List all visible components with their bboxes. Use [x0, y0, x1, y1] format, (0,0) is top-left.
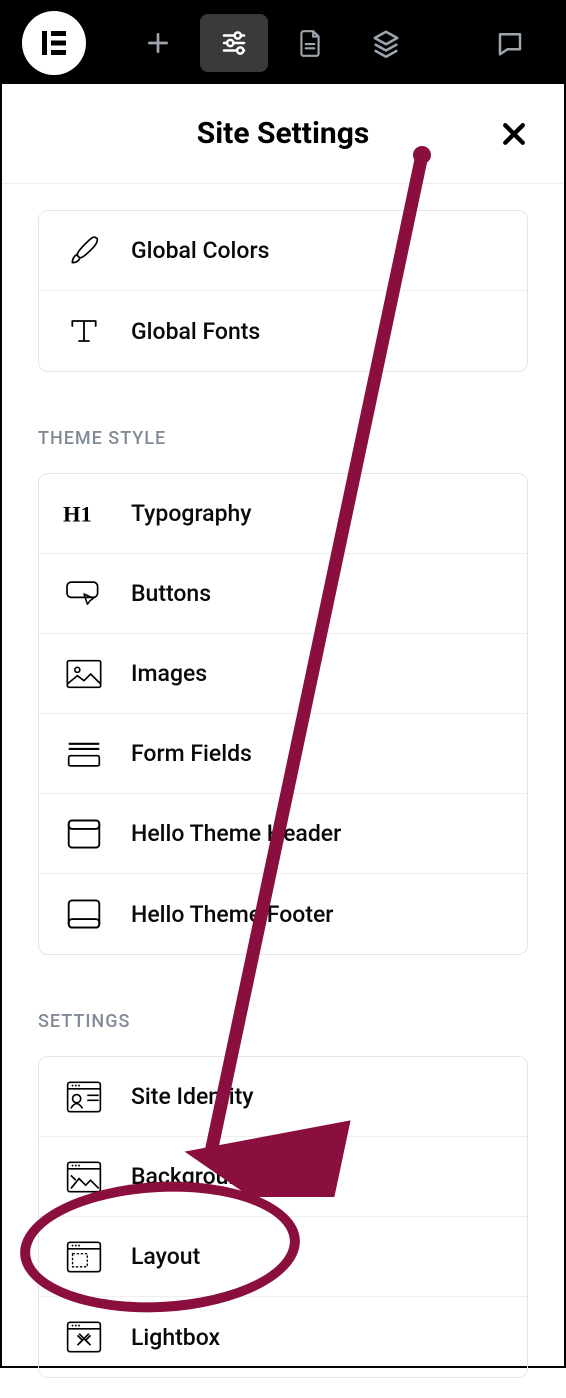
row-label: Layout: [131, 1243, 200, 1270]
form-fields-icon: [63, 733, 105, 775]
panel-titlebar: Site Settings: [2, 84, 564, 184]
lightbox-icon: [63, 1316, 105, 1358]
settings-heading: SETTINGS: [38, 1011, 528, 1032]
panel-content: Global Colors Global Fonts THEME STYLE H…: [2, 210, 564, 1398]
svg-text:H1: H1: [63, 501, 92, 526]
background-icon: [63, 1156, 105, 1198]
identity-icon: [63, 1076, 105, 1118]
close-button[interactable]: [494, 114, 534, 154]
notes-button[interactable]: [476, 14, 544, 72]
row-label: Form Fields: [131, 740, 252, 767]
buttons-item[interactable]: Buttons: [39, 554, 527, 634]
form-fields-item[interactable]: Form Fields: [39, 714, 527, 794]
row-label: Images: [131, 660, 207, 687]
button-cursor-icon: [63, 573, 105, 615]
theme-style-heading: THEME STYLE: [38, 428, 528, 449]
layout-item[interactable]: Layout: [39, 1217, 527, 1297]
row-label: Global Colors: [131, 237, 269, 264]
background-item[interactable]: Background: [39, 1137, 527, 1217]
row-label: Background: [131, 1163, 254, 1190]
comment-icon: [495, 28, 525, 58]
plus-icon: [145, 30, 171, 56]
design-system-group: Global Colors Global Fonts: [38, 210, 528, 372]
hello-footer-item[interactable]: Hello Theme Footer: [39, 874, 527, 954]
site-identity-item[interactable]: Site Identity: [39, 1057, 527, 1137]
row-label: Buttons: [131, 580, 211, 607]
header-icon: [63, 813, 105, 855]
row-label: Global Fonts: [131, 318, 260, 345]
theme-style-group: H1 Typography Buttons Images Form Fields: [38, 473, 528, 955]
global-fonts-item[interactable]: Global Fonts: [39, 291, 527, 371]
editor-topbar: [2, 2, 564, 84]
row-label: Lightbox: [131, 1324, 220, 1351]
elementor-logo[interactable]: [22, 11, 86, 75]
h1-icon: H1: [63, 493, 105, 535]
document-icon: [297, 28, 323, 58]
layers-button[interactable]: [352, 14, 420, 72]
elementor-logo-icon: [40, 29, 68, 57]
row-label: Typography: [131, 500, 252, 527]
layers-icon: [371, 28, 401, 58]
image-icon: [63, 653, 105, 695]
images-item[interactable]: Images: [39, 634, 527, 714]
typography-t-icon: [63, 310, 105, 352]
add-element-button[interactable]: [124, 14, 192, 72]
structure-button[interactable]: [276, 14, 344, 72]
lightbox-item[interactable]: Lightbox: [39, 1297, 527, 1377]
sliders-icon: [219, 28, 249, 58]
settings-group: Site Identity Background Layout Lightbox: [38, 1056, 528, 1378]
site-settings-button[interactable]: [200, 14, 268, 72]
row-label: Hello Theme Header: [131, 820, 341, 847]
panel-title: Site Settings: [197, 116, 370, 151]
layout-icon: [63, 1236, 105, 1278]
typography-item[interactable]: H1 Typography: [39, 474, 527, 554]
close-icon: [499, 119, 529, 149]
hello-header-item[interactable]: Hello Theme Header: [39, 794, 527, 874]
footer-icon: [63, 893, 105, 935]
row-label: Hello Theme Footer: [131, 901, 333, 928]
global-colors-item[interactable]: Global Colors: [39, 211, 527, 291]
row-label: Site Identity: [131, 1083, 254, 1110]
brush-icon: [63, 230, 105, 272]
